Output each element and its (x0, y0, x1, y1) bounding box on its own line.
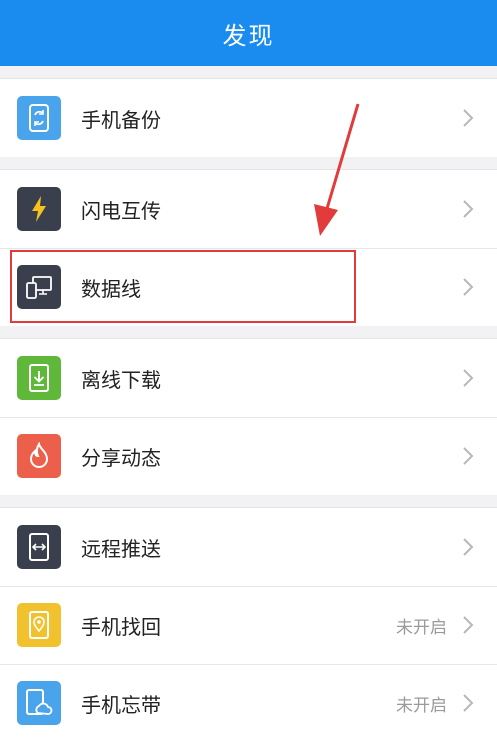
phone-cloud-icon (17, 681, 61, 725)
group-download-share: 离线下载 分享动态 (0, 339, 497, 495)
lightning-icon (17, 187, 61, 231)
location-pin-icon (17, 603, 61, 647)
menu-item-find-phone[interactable]: 手机找回 未开启 (0, 586, 497, 664)
status-text: 未开启 (396, 695, 447, 716)
chevron-right-icon (463, 538, 474, 556)
menu-item-lightning-transfer[interactable]: 闪电互传 (0, 170, 497, 248)
menu-item-label: 远程推送 (81, 536, 161, 561)
group-remote: 远程推送 手机找回 未开启 手机忘带 未开启 (0, 508, 497, 742)
section-divider (0, 326, 497, 339)
menu-item-phone-backup[interactable]: 手机备份 (0, 79, 497, 157)
menu-item-label: 分享动态 (81, 445, 161, 470)
chevron-right-icon (463, 369, 474, 387)
status-text: 未开启 (396, 617, 447, 638)
annotation-arrow-icon (314, 103, 360, 236)
page-title: 发现 (222, 21, 275, 50)
menu-item-label: 闪电互传 (81, 198, 161, 223)
remote-push-icon (17, 525, 61, 569)
download-icon (17, 356, 61, 400)
chevron-right-icon (463, 200, 474, 218)
chevron-right-icon (463, 278, 474, 296)
chevron-right-icon (463, 447, 474, 465)
menu-item-share-feed[interactable]: 分享动态 (0, 417, 497, 495)
phone-sync-icon (17, 96, 61, 140)
chevron-right-icon (463, 694, 474, 712)
menu-item-remote-push[interactable]: 远程推送 (0, 508, 497, 586)
menu-item-offline-download[interactable]: 离线下载 (0, 339, 497, 417)
menu-item-data-cable[interactable]: 数据线 (0, 248, 497, 326)
menu-item-label: 手机找回 (81, 614, 161, 639)
group-backup: 手机备份 (0, 79, 497, 157)
menu-item-label: 离线下载 (81, 367, 161, 392)
devices-icon (17, 265, 61, 309)
section-divider (0, 495, 497, 508)
group-transfer: 闪电互传 数据线 (0, 170, 497, 326)
section-divider (0, 157, 497, 170)
menu-item-label: 手机备份 (81, 107, 161, 132)
menu-item-label: 数据线 (81, 276, 141, 301)
section-divider (0, 66, 497, 79)
flame-icon (17, 434, 61, 478)
chevron-right-icon (463, 616, 474, 634)
menu-item-phone-forgotten[interactable]: 手机忘带 未开启 (0, 664, 497, 742)
menu-item-label: 手机忘带 (81, 692, 161, 717)
top-bar: 发现 (0, 0, 497, 66)
chevron-right-icon (463, 109, 474, 127)
